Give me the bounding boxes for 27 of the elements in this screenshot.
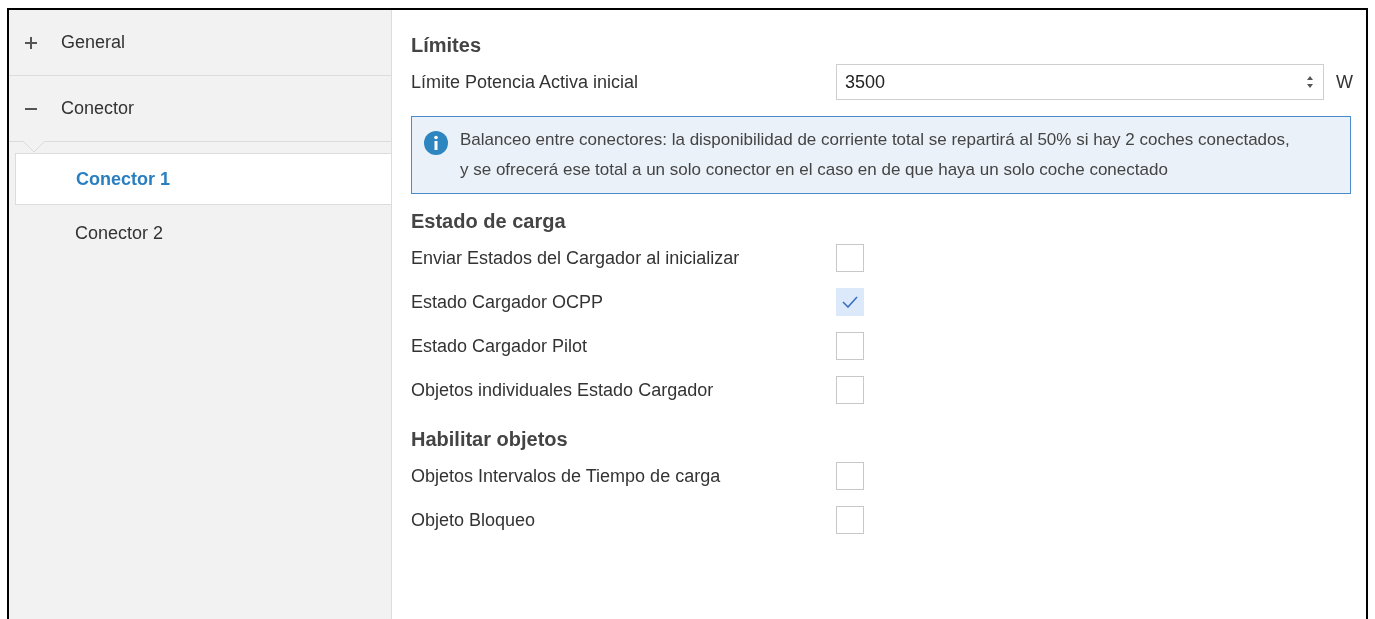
plus-icon: [25, 36, 37, 49]
check-icon: [842, 296, 858, 308]
checkbox[interactable]: [836, 376, 864, 404]
tree-group[interactable]: General: [9, 10, 391, 76]
option-label: Estado Cargador Pilot: [411, 334, 589, 358]
info-icon: [424, 131, 448, 155]
field-label: Límite Potencia Activa inicial: [411, 70, 640, 94]
section-title: Estado de carga: [411, 209, 567, 234]
option-label: Objeto Bloqueo: [411, 508, 537, 532]
checkbox[interactable]: [836, 462, 864, 490]
checkbox[interactable]: [836, 288, 864, 316]
section-title: Límites: [411, 33, 483, 56]
option-label: Objetos Intervalos de Tiempo de carga: [411, 464, 722, 488]
info-text: Balanceo entre conectores: la disponibilidad de corriente total se repartirá al 50% si hay 2 coches conectados, y se ofrecerá ese total a un solo conector en el caso en de que haya un solo coche conectado: [460, 129, 1290, 181]
checkbox[interactable]: [836, 332, 864, 360]
tree-item[interactable]: Conector 2: [9, 205, 391, 261]
tree-group[interactable]: Conector: [9, 76, 391, 142]
number-field[interactable]: 3500: [836, 64, 1324, 100]
tree-item[interactable]: Conector 1: [15, 153, 391, 205]
checkbox[interactable]: [836, 244, 864, 272]
option-label: Enviar Estados del Cargador al inicializar: [411, 246, 741, 270]
option-label: Objetos individuales Estado Cargador: [411, 378, 715, 402]
option-label: Estado Cargador OCPP: [411, 290, 605, 314]
unit-label: W: [1336, 70, 1353, 94]
section-title: Habilitar objetos: [411, 427, 569, 452]
checkbox[interactable]: [836, 506, 864, 534]
pointer-notch: [23, 141, 45, 153]
